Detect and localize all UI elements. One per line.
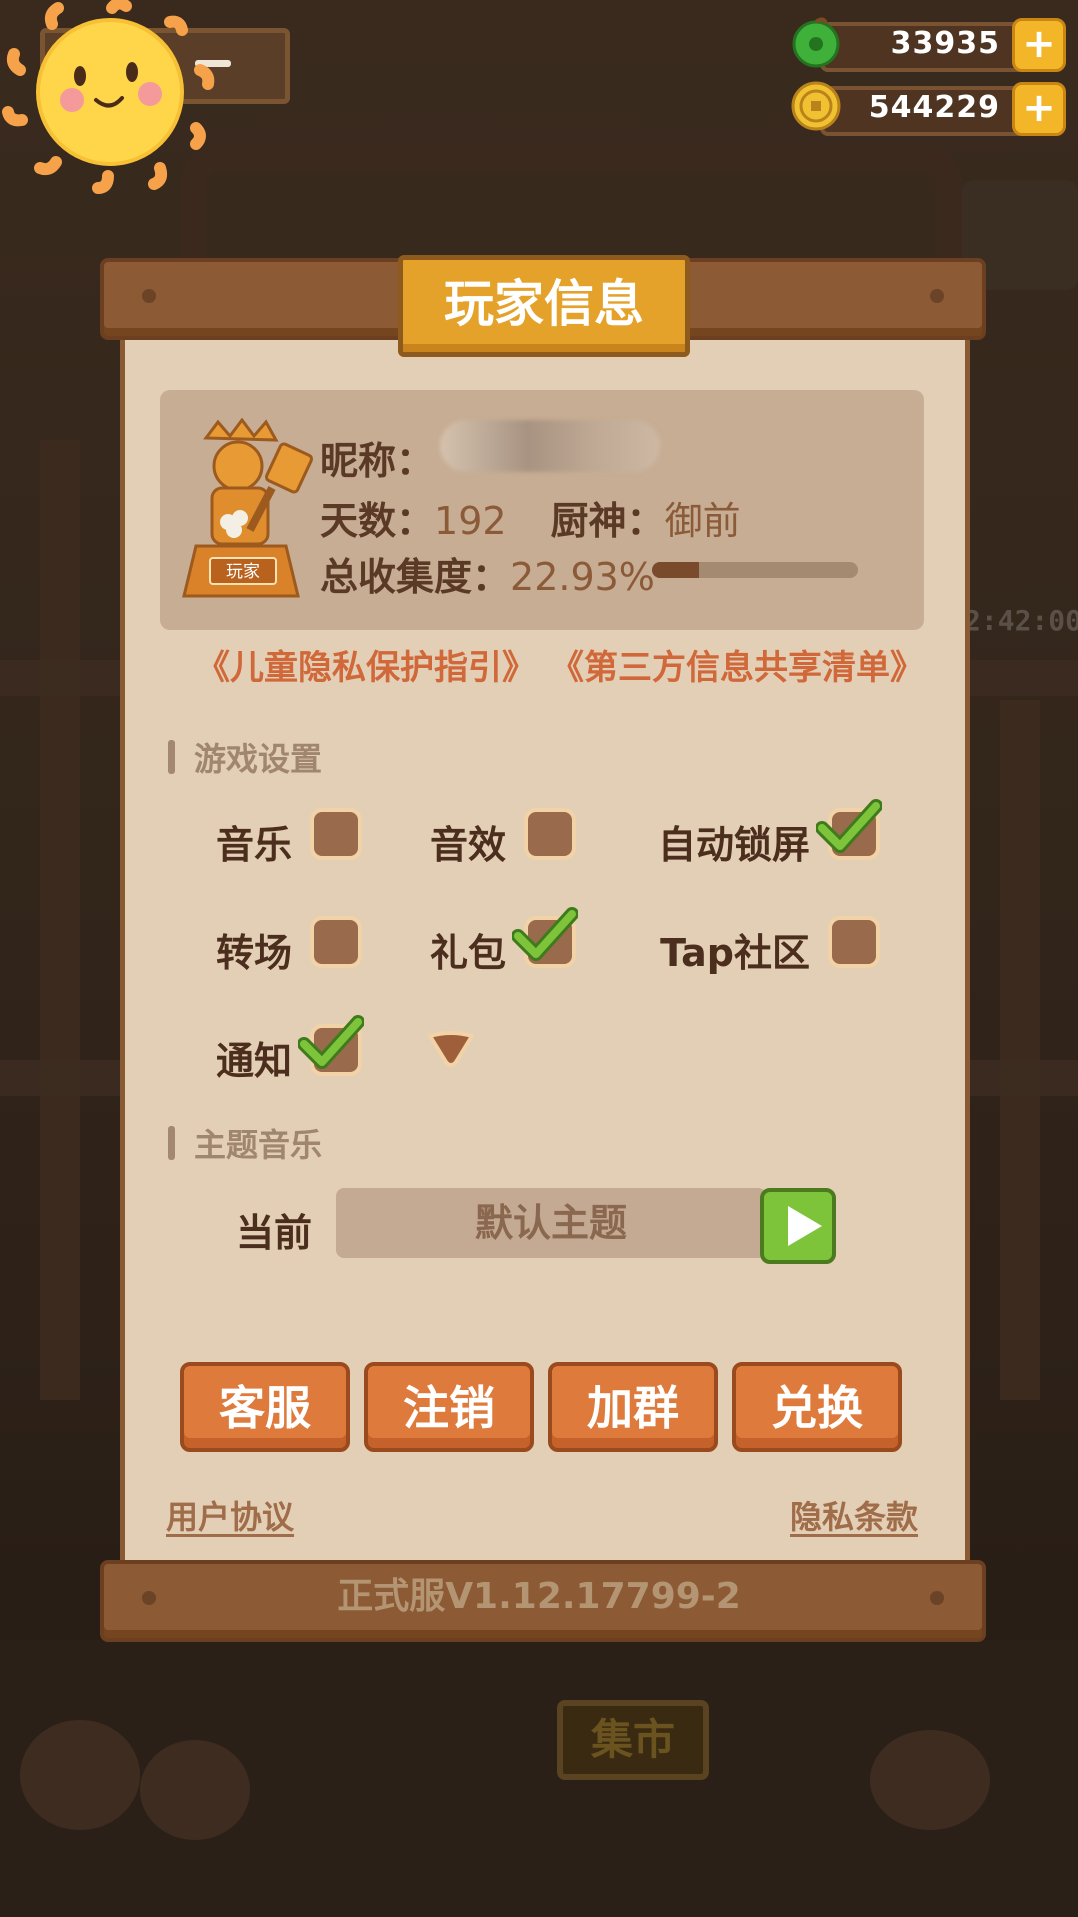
background-post xyxy=(1000,700,1040,1400)
jade-amount: 33935 xyxy=(890,26,1000,61)
setting-sound-effects[interactable]: 音效 xyxy=(410,808,576,868)
background-post xyxy=(40,440,80,1400)
nickname-blurred xyxy=(440,420,660,472)
notification-checkbox[interactable] xyxy=(298,1015,364,1076)
logout-button[interactable]: 注销 xyxy=(364,1362,534,1452)
gold-currency: 544229 + xyxy=(790,80,1068,136)
add-jade-button[interactable]: + xyxy=(1012,18,1066,72)
version-text: 正式服V1.12.17799-2 xyxy=(337,1576,741,1617)
user-agreement-link[interactable]: 用户协议 xyxy=(166,1492,294,1538)
sun-icon xyxy=(2,0,215,194)
checkmark-icon xyxy=(298,1015,364,1069)
collection-progress-fill xyxy=(652,562,700,578)
setting-notification-label: 通知 xyxy=(215,1039,292,1083)
third-party-list-link[interactable]: 《第三方信息共享清单》 xyxy=(550,640,924,689)
gold-amount: 544229 xyxy=(868,90,1000,125)
background-pot xyxy=(140,1740,250,1840)
days-row: 天数：192 厨神：御前 xyxy=(320,490,741,545)
expand-options-arrow-icon[interactable] xyxy=(426,1030,476,1070)
setting-auto-lock[interactable]: 自动锁屏 xyxy=(620,799,882,868)
setting-tap-label: Tap社区 xyxy=(660,931,810,975)
days-label: 天数： xyxy=(320,499,435,543)
checkmark-icon xyxy=(816,799,882,853)
customer-service-button[interactable]: 客服 xyxy=(180,1362,350,1452)
gold-coin-icon xyxy=(791,81,841,131)
join-group-button[interactable]: 加群 xyxy=(548,1362,718,1452)
privacy-terms-link[interactable]: 隐私条款 xyxy=(790,1492,918,1538)
profile-card: 玩家 昵称： 天数：192 厨神：御前 总收集度：22.93% xyxy=(160,390,924,630)
dialog-title: 玩家信息 xyxy=(444,275,644,333)
setting-sound-label: 音效 xyxy=(429,823,506,867)
sun-avatar[interactable] xyxy=(0,0,290,200)
background-pot xyxy=(870,1730,990,1830)
gift-timer: 2:42:00 xyxy=(964,604,1078,637)
chef-god-value: 御前 xyxy=(664,499,741,543)
chef-god-label: 厨神： xyxy=(550,499,665,543)
play-theme-button[interactable] xyxy=(760,1188,836,1264)
game-settings-title: 游戏设置 xyxy=(194,740,323,778)
theme-music-value: 默认主题 xyxy=(474,1201,627,1245)
add-gold-button[interactable]: + xyxy=(1012,82,1066,136)
music-checkbox[interactable] xyxy=(310,808,362,860)
setting-tap-community[interactable]: Tap社区 xyxy=(620,916,880,976)
setting-music[interactable]: 音乐 xyxy=(200,808,362,868)
collection-value: 22.93% xyxy=(510,555,655,599)
theme-music-field[interactable]: 默认主题 xyxy=(336,1188,766,1258)
setting-gift-pack[interactable]: 礼包 xyxy=(410,907,578,976)
current-theme-label: 当前 xyxy=(236,1211,313,1255)
setting-notification[interactable]: 通知 xyxy=(200,1015,364,1084)
auto-lock-checkbox[interactable] xyxy=(816,799,882,860)
transition-checkbox[interactable] xyxy=(310,916,362,968)
sound-effects-checkbox[interactable] xyxy=(524,808,576,860)
nickname-label: 昵称： xyxy=(320,439,435,483)
jade-coin-icon xyxy=(792,17,840,68)
trophy-badge-label: 玩家 xyxy=(226,562,260,582)
background-pot xyxy=(20,1720,140,1830)
child-privacy-link[interactable]: 《儿童隐私保护指引》 xyxy=(196,640,536,689)
gift-pack-checkbox[interactable] xyxy=(512,907,578,968)
market-sign[interactable]: 集市 xyxy=(557,1700,709,1780)
theme-music-title: 主题音乐 xyxy=(194,1126,323,1164)
redeem-button[interactable]: 兑换 xyxy=(732,1362,902,1452)
jade-currency: 33935 + xyxy=(790,16,1068,72)
title-plaque: 玩家信息 xyxy=(398,255,690,357)
tap-community-checkbox[interactable] xyxy=(828,916,880,968)
collection-progress-bar xyxy=(652,562,858,578)
collection-label: 总收集度： xyxy=(320,555,511,599)
chef-trophy-icon: 玩家 xyxy=(182,418,314,598)
setting-transition[interactable]: 转场 xyxy=(200,916,362,976)
setting-gift-label: 礼包 xyxy=(429,931,506,975)
collection-row: 总收集度：22.93% xyxy=(320,546,655,601)
checkmark-icon xyxy=(512,907,578,961)
setting-transition-label: 转场 xyxy=(215,931,292,975)
days-value: 192 xyxy=(434,499,507,543)
setting-auto-lock-label: 自动锁屏 xyxy=(657,823,810,867)
setting-music-label: 音乐 xyxy=(215,823,292,867)
